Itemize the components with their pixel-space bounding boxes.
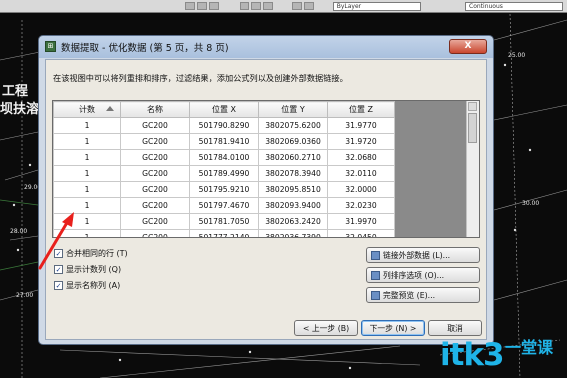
- watermark-logo: itk3: [440, 337, 505, 373]
- watermark-suffix: 一堂课: [505, 338, 554, 357]
- annotation-arrow: [38, 212, 74, 270]
